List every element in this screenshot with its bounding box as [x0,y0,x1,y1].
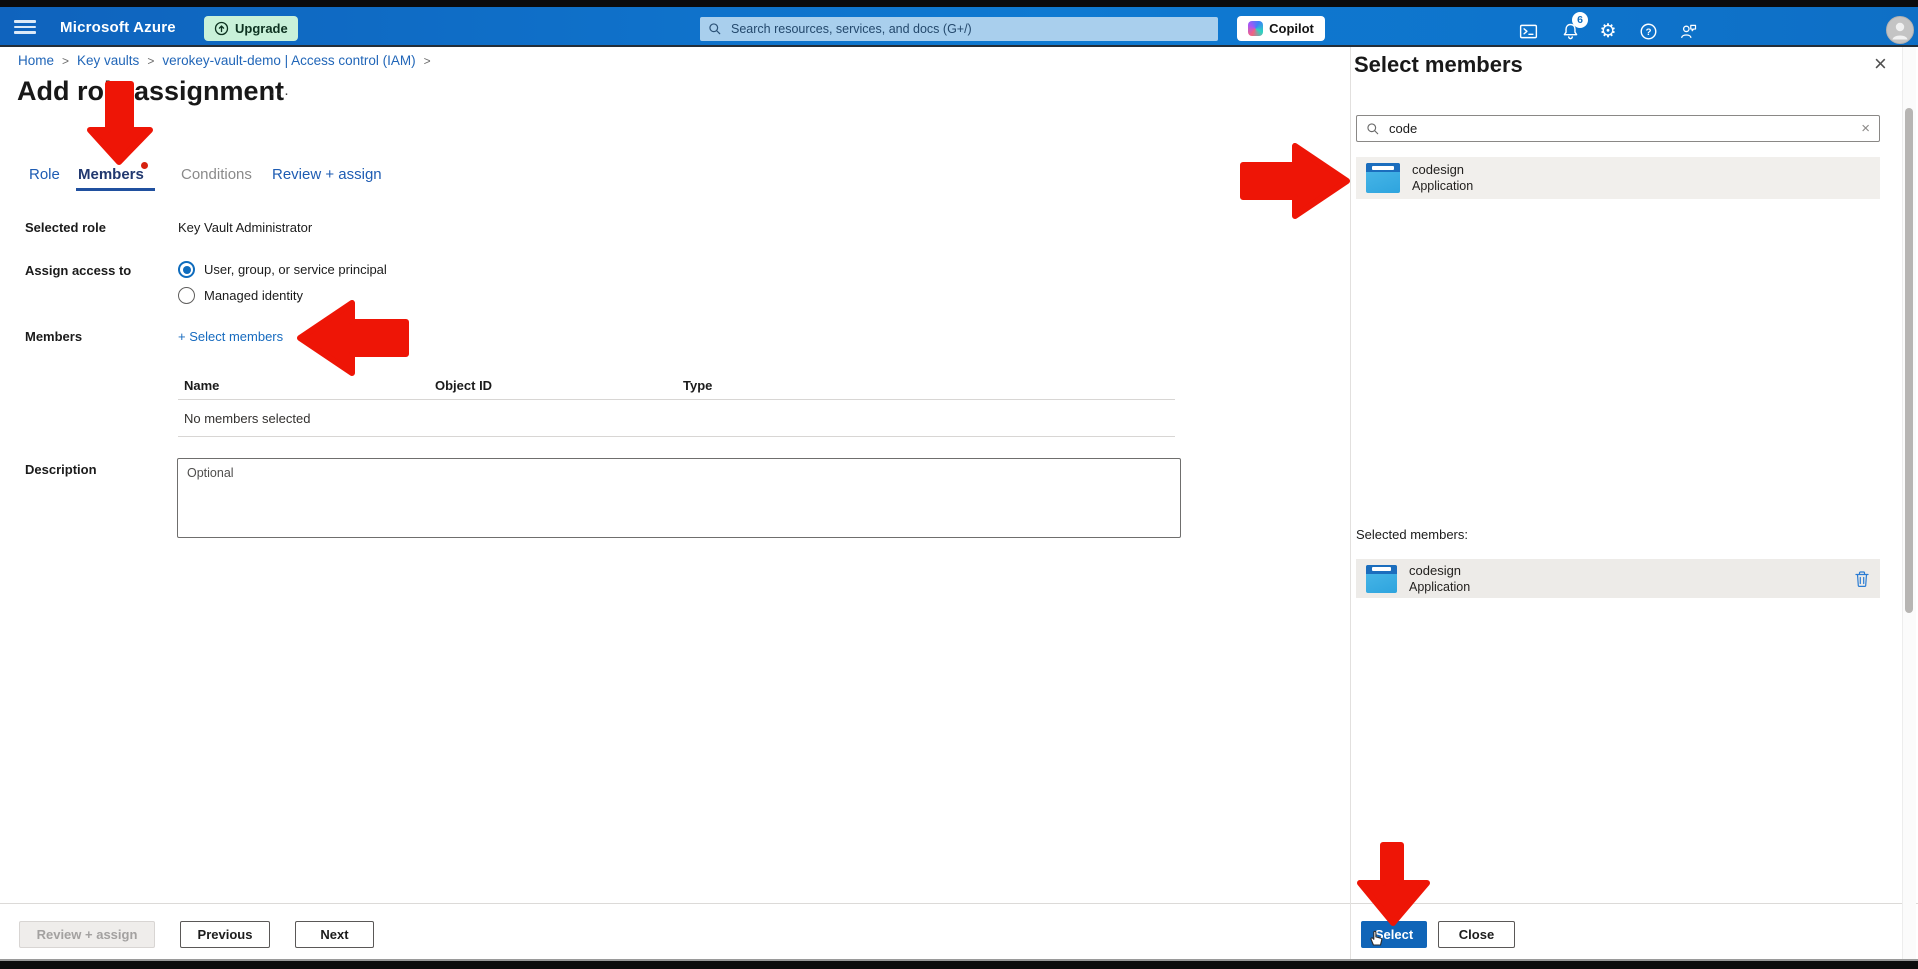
copilot-button[interactable]: Copilot [1237,16,1325,41]
selected-member-codesign: codesign Application [1356,559,1880,598]
breadcrumb-key-vaults[interactable]: Key vaults [77,53,139,68]
table-empty-row: No members selected [184,411,310,426]
panel-left-divider [1350,47,1351,959]
azure-portal-window: Microsoft Azure Upgrade Copilot 6 ⚙ ? [0,0,1918,969]
breadcrumb-home[interactable]: Home [18,53,54,68]
breadcrumb-vault-iam[interactable]: verokey-vault-demo | Access control (IAM… [162,53,415,68]
member-search-box[interactable]: × [1356,115,1880,142]
account-avatar[interactable] [1886,16,1914,44]
next-button[interactable]: Next [295,921,374,948]
search-result-codesign[interactable]: codesign Application [1356,157,1880,199]
hamburger-menu-icon[interactable] [14,20,36,34]
selected-members-label: Selected members: [1356,527,1468,542]
breadcrumb-separator: > [424,54,431,68]
cursor-hand-icon [1366,928,1384,952]
window-top-edge [0,0,1918,7]
application-icon [1366,163,1400,193]
previous-button[interactable]: Previous [180,921,270,948]
selected-member-type: Application [1409,579,1470,595]
selected-role-value: Key Vault Administrator [178,220,312,235]
active-tab-underline [76,188,155,191]
tab-members[interactable]: Members [78,166,144,183]
copilot-label: Copilot [1269,21,1314,36]
upgrade-label: Upgrade [235,21,288,36]
window-bottom-edge [0,961,1918,969]
result-type: Application [1412,178,1473,194]
cloud-shell-icon[interactable] [1516,19,1540,43]
copilot-logo-icon [1248,21,1263,36]
selected-member-name: codesign [1409,563,1470,579]
radio-label: User, group, or service principal [204,262,387,277]
clear-search-icon[interactable]: × [1861,121,1870,136]
breadcrumb: Home > Key vaults > verokey-vault-demo |… [18,53,431,68]
breadcrumb-separator: > [147,54,154,68]
radio-unselected-icon [178,287,195,304]
panel-close-button[interactable]: Close [1438,921,1515,948]
hamburger-bar [14,20,36,23]
description-textarea[interactable] [177,458,1181,538]
member-texts: codesign Application [1409,563,1470,595]
table-header-type: Type [683,378,712,393]
review-assign-button[interactable]: Review + assign [19,921,155,948]
radio-managed-identity[interactable]: Managed identity [178,287,303,304]
radio-selected-icon [178,261,195,278]
brand-title[interactable]: Microsoft Azure [60,19,176,36]
description-label: Description [25,462,97,477]
tab-review-assign[interactable]: Review + assign [272,166,382,183]
radio-label: Managed identity [204,288,303,303]
description-field-wrap [177,458,1181,538]
top-bar: Microsoft Azure Upgrade Copilot 6 ⚙ ? [0,7,1918,47]
upgrade-arrow-icon [214,21,229,36]
remove-member-trash-icon[interactable] [1854,570,1870,588]
svg-text:?: ? [1645,27,1651,38]
help-icon[interactable]: ? [1636,19,1660,43]
members-tab-badge-dot [141,162,148,169]
select-members-link[interactable]: + Select members [178,329,283,344]
member-search-input[interactable] [1387,120,1854,137]
page-title: Add role assignment [17,76,284,107]
upgrade-button[interactable]: Upgrade [204,16,298,41]
selected-role-label: Selected role [25,220,106,235]
members-label: Members [25,329,82,344]
assign-access-label: Assign access to [25,263,131,278]
breadcrumb-separator: > [62,54,69,68]
panel-title: Select members [1354,52,1523,78]
search-icon [1366,122,1380,136]
feedback-icon[interactable] [1676,19,1700,43]
annotation-arrow-left-select-members [300,303,406,373]
search-icon [708,22,722,36]
hamburger-bar [14,31,36,34]
radio-user-group-service-principal[interactable]: User, group, or service principal [178,261,387,278]
annotation-arrow-right-search-result [1243,146,1347,216]
title-overflow-menu[interactable]: ··· [270,85,291,102]
footer-divider [0,903,1918,904]
table-header-object-id: Object ID [435,378,492,393]
result-name: codesign [1412,162,1473,178]
global-search-box[interactable] [700,17,1218,41]
global-search-input[interactable] [729,21,1210,37]
settings-gear-icon[interactable]: ⚙ [1596,19,1620,43]
table-header-name: Name [184,378,219,393]
panel-close-icon[interactable]: × [1874,53,1887,75]
annotation-arrow-down-select-button [1360,845,1427,923]
table-divider [178,399,1175,400]
hamburger-bar [14,26,36,29]
application-icon [1366,565,1397,593]
tab-role[interactable]: Role [29,166,60,183]
table-divider [178,436,1175,437]
panel-scrollbar-thumb[interactable] [1905,108,1913,613]
tab-conditions[interactable]: Conditions [181,166,252,183]
notification-count-badge: 6 [1572,12,1588,28]
member-texts: codesign Application [1412,162,1473,194]
